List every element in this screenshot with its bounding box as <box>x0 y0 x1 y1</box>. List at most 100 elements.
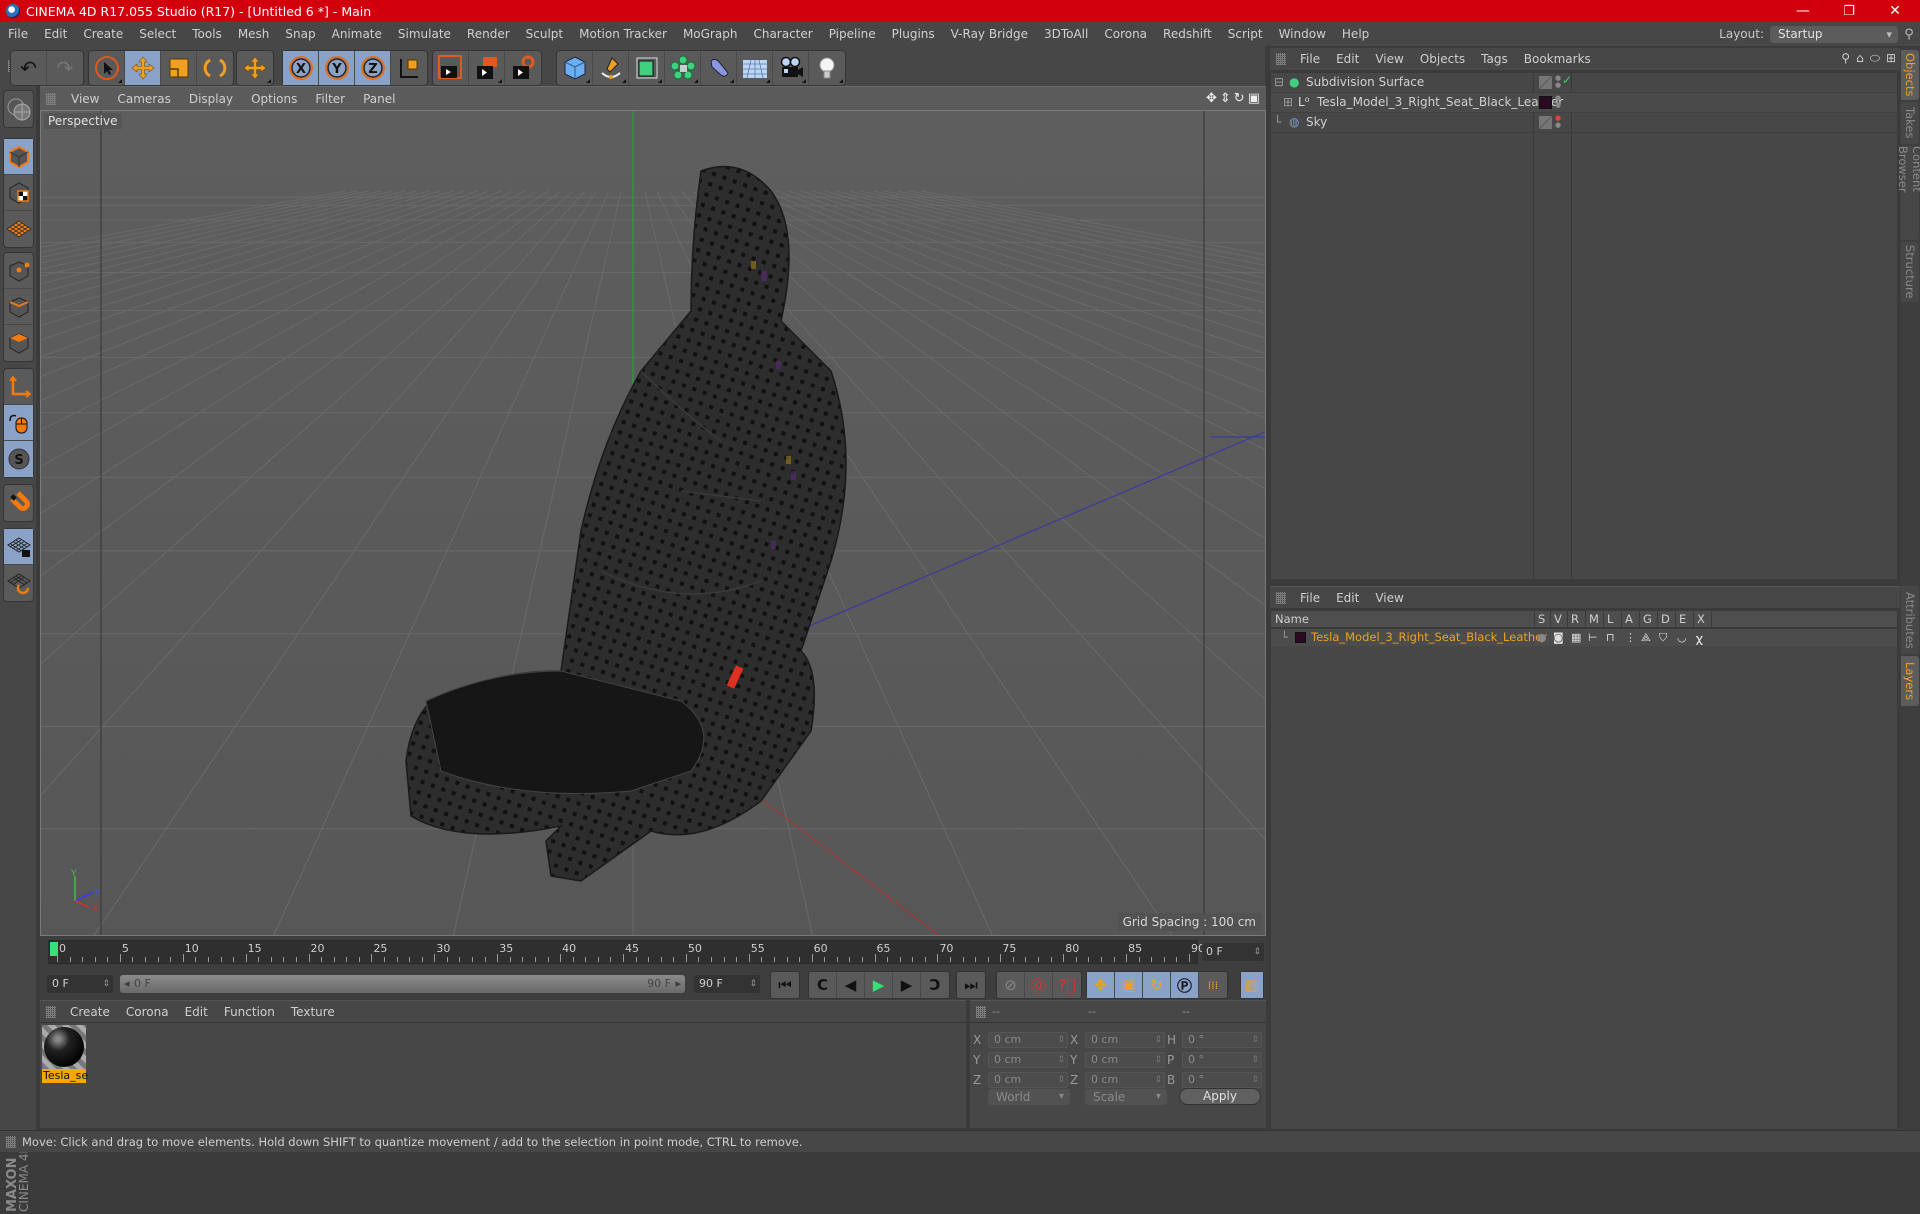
light-button[interactable] <box>809 51 845 85</box>
go-to-end-button[interactable]: ⏭ <box>957 972 985 998</box>
layer-color-swatch[interactable] <box>1295 632 1306 643</box>
animation-toggle-icon[interactable]: ⋮ <box>1625 631 1636 644</box>
redo-button[interactable]: ↷ <box>47 51 83 85</box>
rotate-view-icon[interactable]: ↻ <box>1234 91 1245 106</box>
viewport-menu-options[interactable]: Options <box>242 92 306 106</box>
start-frame-field[interactable]: 0 F ⇕ <box>47 975 113 993</box>
range-right-arrow-icon[interactable]: ▸ <box>675 975 681 993</box>
material-menu-edit[interactable]: Edit <box>177 1005 216 1019</box>
edges-mode-button[interactable] <box>4 289 33 325</box>
y-axis-button[interactable]: Y <box>319 51 355 85</box>
range-left-arrow-icon[interactable]: ◂ <box>124 975 130 993</box>
camera-label[interactable]: Perspective <box>44 113 122 129</box>
camera-button[interactable] <box>773 51 809 85</box>
deformer-button[interactable] <box>701 51 737 85</box>
tab-attributes[interactable]: Attributes <box>1901 586 1919 654</box>
current-frame-field[interactable]: 0 F ⇕ <box>1202 943 1264 961</box>
tweak-mode-button[interactable] <box>4 405 33 441</box>
position-y-field[interactable]: 0 cm <box>988 1052 1068 1068</box>
object-manager-grip[interactable] <box>1276 53 1286 65</box>
solo-mode-button[interactable]: S <box>4 441 33 477</box>
manager-toggle-icon[interactable]: ⊢ <box>1588 631 1598 644</box>
object-name[interactable]: Tesla_Model_3_Right_Seat_Black_Leather <box>1317 95 1563 109</box>
render-settings-button[interactable] <box>505 51 541 85</box>
layer-tag[interactable] <box>1539 116 1552 129</box>
viewport-menu-display[interactable]: Display <box>180 92 242 106</box>
rotate-button[interactable] <box>197 51 233 85</box>
viewport-menu-filter[interactable]: Filter <box>306 92 354 106</box>
column-xref[interactable]: X <box>1697 612 1705 626</box>
rotation-p-field[interactable]: 0 ° <box>1182 1052 1262 1068</box>
texture-mode-button[interactable] <box>4 175 33 211</box>
make-editable-button[interactable] <box>4 91 33 127</box>
eye-icon[interactable]: ⬭ <box>1870 51 1880 66</box>
scale-track-button[interactable]: ▣ <box>1115 972 1143 998</box>
autokey-button[interactable]: ⓪ <box>1025 972 1053 998</box>
viewport-menu-panel[interactable]: Panel <box>354 92 404 106</box>
move-button[interactable] <box>125 51 161 85</box>
cube-button[interactable] <box>557 51 593 85</box>
live-selection-button[interactable] <box>89 51 125 85</box>
search-icon[interactable]: ⚲ <box>1898 27 1920 42</box>
material-menu-texture[interactable]: Texture <box>283 1005 343 1019</box>
menu-help[interactable]: Help <box>1334 27 1377 41</box>
preview-range-slider[interactable]: ◂ 0 F 90 F ▸ <box>120 975 685 993</box>
menu-edit[interactable]: Edit <box>36 27 75 41</box>
column-solo[interactable]: S <box>1538 612 1545 626</box>
zoom-view-icon[interactable]: ⇕ <box>1220 91 1231 106</box>
viewport-grip[interactable] <box>46 92 56 105</box>
close-button[interactable]: ✕ <box>1872 0 1918 22</box>
render-picture-viewer-button[interactable] <box>469 51 505 85</box>
layer-name[interactable]: Tesla_Model_3_Right_Seat_Black_Leather <box>1311 630 1547 644</box>
timeline-button[interactable]: ▥ <box>1241 972 1263 998</box>
menu-animate[interactable]: Animate <box>324 27 390 41</box>
subdivision-button[interactable] <box>629 51 665 85</box>
spinner-icon[interactable]: ⇕ <box>102 975 110 993</box>
viewport-menu-view[interactable]: View <box>62 92 108 106</box>
points-mode-button[interactable] <box>4 253 33 289</box>
rotation-b-field[interactable]: 0 ° <box>1182 1072 1262 1088</box>
keyframe-selection-button[interactable]: ?⃝ <box>1053 972 1081 998</box>
visibility-dots[interactable]: ● ● <box>1555 75 1561 89</box>
next-frame-button[interactable]: ▶ <box>893 972 921 998</box>
column-deformers[interactable]: D <box>1661 612 1670 626</box>
object-row-subdivision-surface[interactable]: ⊟ ● Subdivision Surface ● ● ✓ <box>1271 73 1897 93</box>
axis-mode-button[interactable] <box>4 369 33 405</box>
object-row-sky[interactable]: └ ◍ Sky ● ● <box>1271 113 1897 133</box>
pen-button[interactable] <box>593 51 629 85</box>
z-axis-button[interactable]: Z <box>355 51 391 85</box>
polygons-mode-button[interactable] <box>4 325 33 361</box>
menu-mesh[interactable]: Mesh <box>230 27 278 41</box>
timeline-ruler[interactable]: 0 5 10 15 20 25 30 35 40 45 50 55 60 65 70 75 80 85 90 <box>48 940 1205 964</box>
layers-menu-edit[interactable]: Edit <box>1328 591 1367 605</box>
play-button[interactable]: ▶ <box>865 972 893 998</box>
objects-menu-tags[interactable]: Tags <box>1473 52 1516 66</box>
pla-track-button[interactable]: ⁞⁞⁞ <box>1199 972 1227 998</box>
deformers-toggle-icon[interactable]: ⛉ <box>1659 631 1667 645</box>
minimize-button[interactable]: — <box>1780 0 1826 22</box>
column-view[interactable]: V <box>1554 612 1562 626</box>
generators-toggle-icon[interactable]: ⟁ <box>1641 631 1651 645</box>
menu-3dtoall[interactable]: 3DToAll <box>1036 27 1096 41</box>
tab-objects[interactable]: Objects <box>1901 50 1919 100</box>
scale-button[interactable] <box>161 51 197 85</box>
layout-dropdown[interactable]: Startup <box>1770 25 1898 43</box>
menu-mograph[interactable]: MoGraph <box>675 27 746 41</box>
next-keyframe-button[interactable]: Ↄ <box>921 972 949 998</box>
objects-menu-view[interactable]: View <box>1367 52 1411 66</box>
solo-toggle-icon[interactable]: ● <box>1537 631 1547 644</box>
visibility-dots[interactable]: ● ● <box>1555 115 1561 129</box>
apply-button[interactable]: Apply <box>1179 1088 1261 1105</box>
tab-content-browser[interactable]: Content Browser <box>1896 146 1920 240</box>
undo-button[interactable]: ↶ <box>11 51 47 85</box>
menu-character[interactable]: Character <box>745 27 820 41</box>
tab-layers[interactable]: Layers <box>1901 656 1919 706</box>
coordinates-grip[interactable] <box>976 1005 986 1018</box>
previous-keyframe-button[interactable]: C <box>809 972 837 998</box>
search-icon[interactable]: ⚲ <box>1841 51 1850 66</box>
column-locked[interactable]: L <box>1607 612 1613 626</box>
end-frame-field[interactable]: 90 F ⇕ <box>694 975 760 993</box>
object-name[interactable]: Subdivision Surface <box>1306 75 1424 89</box>
xref-toggle-icon[interactable]: ꭓ <box>1696 631 1702 646</box>
tab-structure[interactable]: Structure <box>1901 242 1919 302</box>
